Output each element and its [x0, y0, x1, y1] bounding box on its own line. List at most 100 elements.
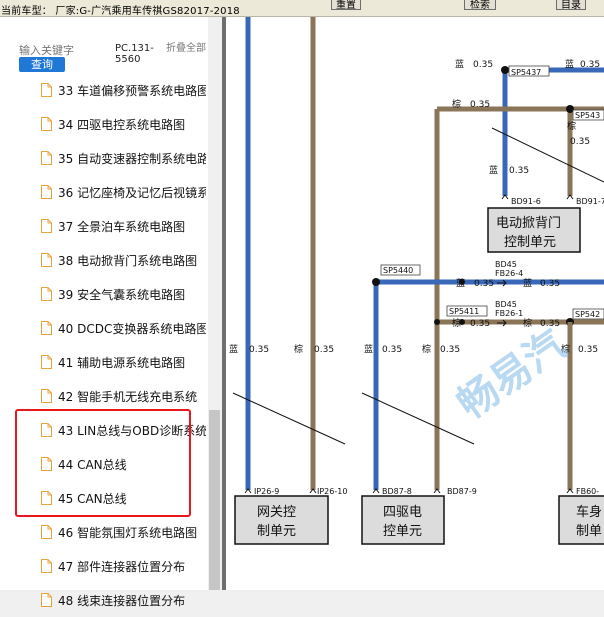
document-icon — [41, 287, 52, 301]
search-button[interactable]: 查询 — [19, 57, 65, 72]
tree-item-label: 46 智能氛围灯系统电路图 — [58, 526, 198, 540]
wire-color-label: 蓝 — [489, 164, 498, 176]
wire-gauge-label: 0.35 — [474, 279, 494, 289]
tree-item-label: 35 自动变速器控制系统电路图 — [58, 152, 206, 166]
watermark: 畅易汽 — [449, 322, 574, 429]
wire-color-label: 棕 — [452, 98, 461, 110]
tree-item-label: 34 四驱电控系统电路图 — [58, 118, 186, 132]
pin-label: BD91-7 — [576, 197, 604, 206]
wire-gauge-label: 0.35 — [473, 60, 493, 70]
wire-color-label: 蓝 — [229, 343, 238, 355]
wire-gauge-label: 0.35 — [570, 137, 590, 147]
wire-gauge-label: 0.35 — [470, 100, 490, 110]
document-icon — [41, 559, 52, 573]
tree-item-label: 42 智能手机无线充电系统 — [58, 390, 198, 404]
wire-color-label: 蓝 — [523, 277, 532, 289]
tree-item[interactable]: 36 记忆座椅及记忆后视镜系统 — [0, 175, 208, 209]
wire-gauge-label: 0.35 — [509, 166, 529, 176]
wire-color-label: 蓝 — [364, 343, 373, 355]
window-title: 当前车型： 厂家:G-广汽乘用车传祺GS82017-2018 — [1, 6, 240, 17]
wire-color-label: 棕 — [422, 343, 431, 355]
tree-item[interactable]: 33 车道偏移预警系统电路图 — [0, 73, 208, 107]
wire-color-label: 棕 — [294, 343, 303, 355]
module-label: 车身 — [576, 504, 602, 520]
tree-item[interactable]: 40 DCDC变换器系统电路图 — [0, 311, 208, 345]
tree-item-label: 40 DCDC变换器系统电路图 — [58, 322, 206, 336]
wire-gauge-label: 0.35 — [249, 345, 269, 355]
navigation-panel: 查询 PC.131-5560 折叠全部 33 车道偏移预警系统电路图 34 四驱电… — [0, 17, 222, 608]
tree-item[interactable]: 38 电动掀背门系统电路图 — [0, 243, 208, 277]
wire-color-label: 蓝 — [455, 58, 464, 70]
collapse-all-link[interactable]: 折叠全部 — [166, 43, 206, 54]
tree-item-label: 47 部件连接器位置分布 — [58, 560, 186, 574]
document-icon — [41, 355, 52, 369]
module-label: 制单 — [576, 524, 602, 539]
tree-item-label: 33 车道偏移预警系统电路图 — [58, 84, 206, 98]
document-icon — [41, 117, 52, 131]
wire-color-label: 棕 — [523, 317, 532, 329]
document-icon — [41, 151, 52, 165]
tree-item[interactable]: 37 全景泊车系统电路图 — [0, 209, 208, 243]
wire-gauge-label: 0.35 — [440, 345, 460, 355]
scrollbar-thumb[interactable] — [209, 410, 220, 590]
document-icon — [41, 185, 52, 199]
wire-color-label: 棕 — [452, 317, 461, 329]
scrollbar[interactable] — [208, 17, 222, 590]
catalog-button[interactable]: 目录 — [556, 0, 586, 11]
highlight-box — [15, 409, 191, 517]
document-icon — [41, 83, 52, 97]
tree-item[interactable]: 47 部件连接器位置分布 — [0, 549, 208, 583]
splice-dot — [501, 66, 509, 74]
document-icon — [41, 253, 52, 267]
document-icon — [41, 389, 52, 403]
tree-item-label: 37 全景泊车系统电路图 — [58, 220, 186, 234]
tree-item[interactable]: 41 辅助电源系统电路图 — [0, 345, 208, 379]
search-tool-button[interactable]: 检索 — [464, 0, 496, 11]
splice-label: SP5437 — [511, 68, 541, 77]
module-label: 四驱电 — [383, 505, 422, 520]
tree-item-label: 41 辅助电源系统电路图 — [58, 356, 186, 370]
wire-gauge-label: 0.35 — [578, 345, 598, 355]
wire-gauge-label: 0.35 — [540, 279, 560, 289]
connector-label: BD45 — [495, 300, 517, 309]
pin-label: FB60- — [576, 487, 599, 496]
wire-gauge-label: 0.35 — [314, 345, 334, 355]
module-label: 控单元 — [383, 524, 422, 539]
tree-item[interactable]: 34 四驱电控系统电路图 — [0, 107, 208, 141]
wiring-diagram[interactable]: SP5437 SP543 SP5440 SP5411 SP542 蓝 0.35 … — [226, 17, 604, 590]
reset-button[interactable]: 重置 — [331, 0, 361, 11]
document-icon — [41, 593, 52, 607]
tree-item[interactable]: 48 线束连接器位置分布 — [0, 583, 208, 617]
tree-item[interactable]: 46 智能氛围灯系统电路图 — [0, 515, 208, 549]
wire-gauge-label: 0.35 — [580, 60, 600, 70]
tree-item[interactable]: 42 智能手机无线充电系统 — [0, 379, 208, 413]
wire-gauge-label: 0.35 — [470, 319, 490, 329]
tree-item-label: 36 记忆座椅及记忆后视镜系统 — [58, 186, 206, 200]
module-label: 电动掀背门 — [496, 216, 561, 231]
document-icon — [41, 525, 52, 539]
tree-item-label: 39 安全气囊系统电路图 — [58, 288, 186, 302]
title-bar: 当前车型： 厂家:G-广汽乘用车传祺GS82017-2018 重置 检索 目录 — [0, 0, 604, 17]
pin-label: BD87-9 — [447, 487, 477, 496]
document-icon — [41, 219, 52, 233]
document-icon — [41, 321, 52, 335]
splice-label: SP543 — [575, 111, 600, 120]
splice-label: SP5440 — [383, 266, 413, 275]
tree-item[interactable]: 39 安全气囊系统电路图 — [0, 277, 208, 311]
pc-code: PC.131-5560 — [115, 43, 154, 65]
search-input[interactable] — [19, 44, 113, 57]
tree-item[interactable]: 35 自动变速器控制系统电路图 — [0, 141, 208, 175]
wire-gauge-label: 0.35 — [382, 345, 402, 355]
pin-label: BD87-8 — [382, 487, 412, 496]
tree-item-label: 38 电动掀背门系统电路图 — [58, 254, 198, 268]
splice-dot — [434, 319, 440, 325]
connector-label: FB26-1 — [495, 309, 523, 318]
connector-label: BD45 — [495, 260, 517, 269]
wire-color-label: 棕 — [567, 120, 576, 132]
pin-label: IP26-10 — [317, 487, 347, 496]
splice-label: SP542 — [575, 310, 600, 319]
connector-label: FB26-4 — [495, 269, 523, 278]
module-label: 控制单元 — [504, 235, 556, 250]
pin-label: BD91-6 — [511, 197, 541, 206]
splice-dot — [372, 278, 380, 286]
